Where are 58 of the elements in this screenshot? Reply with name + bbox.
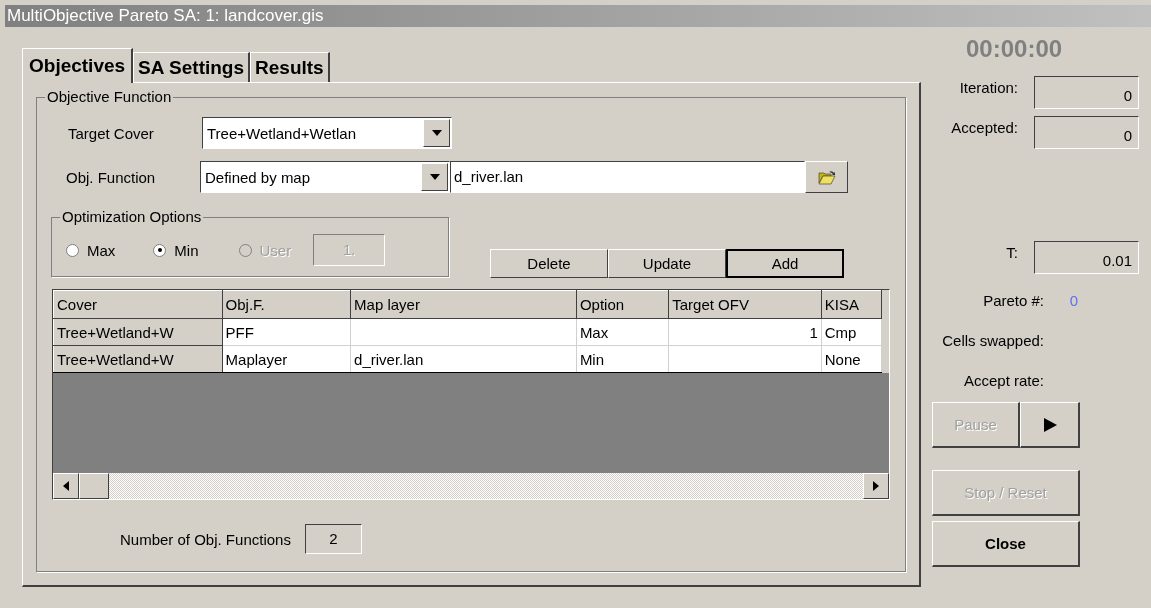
file-field[interactable]: d_river.lan <box>450 161 805 193</box>
stat-label: T: <box>1005 243 1019 261</box>
stat-label: Accepted: <box>950 118 1019 136</box>
group-title: Objective Function <box>45 88 174 105</box>
stat-value: 0 <box>1034 116 1139 149</box>
table-cell: 1 <box>668 318 822 346</box>
folder-icon <box>817 169 836 185</box>
row-header: Tree+Wetland+W <box>53 318 223 346</box>
row-header: Tree+Wetland+W <box>53 345 223 373</box>
play-icon <box>1042 417 1057 432</box>
radio-option[interactable]: Min <box>153 241 199 259</box>
count-value: 2 <box>304 524 362 554</box>
browse-button[interactable] <box>805 161 848 193</box>
right-arrow-icon <box>873 481 879 491</box>
stat-label: Pareto #: <box>982 291 1044 309</box>
close-button[interactable]: Close <box>932 521 1080 567</box>
column-header[interactable]: Target OFV <box>668 290 822 319</box>
temperature-field[interactable]: 0.01 <box>1034 241 1139 274</box>
column-header[interactable]: Cover <box>53 290 223 319</box>
horizontal-scrollbar[interactable] <box>53 473 889 499</box>
tab[interactable]: Objectives <box>22 48 134 83</box>
column-header[interactable]: Option <box>576 290 669 319</box>
stat-label: Cells swapped: <box>941 331 1044 349</box>
table-cell: d_river.lan <box>350 345 577 373</box>
table-cell: PFF <box>222 318 351 346</box>
tab[interactable]: Results <box>250 52 330 82</box>
action-button[interactable]: Delete <box>490 249 608 278</box>
table-cell: Max <box>576 318 669 346</box>
column-header[interactable]: KISA <box>821 290 882 319</box>
scroll-thumb[interactable] <box>79 473 109 499</box>
timer: 00:00:00 <box>966 35 1064 64</box>
radio-option[interactable]: Max <box>66 241 116 259</box>
target-cover-dropdown[interactable]: Tree+Wetland+Wetlan <box>202 117 452 149</box>
count-label: Number of Obj. Functions <box>120 530 291 548</box>
table-cell: Min <box>576 345 669 373</box>
field-label: Target Cover <box>68 124 155 142</box>
action-button[interactable]: Add <box>726 249 844 278</box>
stat-value: 0 <box>1034 76 1139 109</box>
left-arrow-icon <box>63 481 69 491</box>
obj-function-dropdown[interactable]: Defined by map <box>200 161 450 193</box>
caret-icon <box>429 174 440 180</box>
stat-label: Iteration: <box>958 78 1019 96</box>
radio-button[interactable] <box>153 243 167 257</box>
play-button[interactable] <box>1020 402 1080 448</box>
tab[interactable]: SA Settings <box>133 52 251 82</box>
action-button[interactable]: Update <box>608 249 726 278</box>
group-title: Optimization Options <box>60 208 204 225</box>
table-cell: Maplayer <box>222 345 351 373</box>
window-title: MultiObjective Pareto SA: 1: landcover.gis <box>7 6 324 25</box>
stat-value: 0 <box>1069 291 1079 309</box>
radio-button[interactable] <box>66 243 79 257</box>
caret-icon <box>431 130 442 136</box>
column-header[interactable]: Obj.F. <box>222 290 351 319</box>
table-cell: Cmp <box>821 318 882 346</box>
table-cell: None <box>821 345 882 373</box>
column-header[interactable]: Map layer <box>350 290 577 319</box>
stat-label: Accept rate: <box>962 371 1044 389</box>
field-label: Obj. Function <box>66 168 157 186</box>
